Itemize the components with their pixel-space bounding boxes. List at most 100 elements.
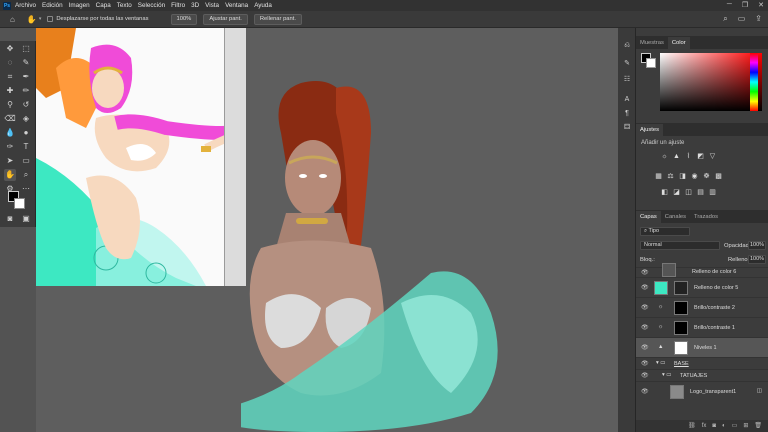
share-icon[interactable]: ⇪ [755, 14, 762, 24]
threshold-icon[interactable]: ◫ [684, 188, 693, 197]
dodge-tool-icon[interactable]: ● [20, 127, 32, 139]
visibility-icon[interactable]: 👁 [641, 324, 649, 331]
brush-tool-icon[interactable]: ✏ [20, 85, 32, 97]
menu-ayuda[interactable]: Ayuda [254, 2, 272, 9]
group-icon[interactable]: ▭ [732, 420, 738, 432]
hand-tool-icon[interactable]: ✋ [27, 15, 37, 24]
tab-capas[interactable]: Capas [636, 211, 661, 223]
adjustment-icon[interactable]: ◐ [722, 420, 726, 432]
fg-bg-swatches[interactable] [641, 53, 657, 69]
bucket-tool-icon[interactable]: ◈ [20, 113, 32, 125]
new-layer-icon[interactable]: ⊞ [743, 420, 748, 432]
visibility-icon[interactable]: 👁 [641, 304, 649, 311]
move-tool-icon[interactable]: ✥ [4, 43, 16, 55]
posterize-icon[interactable]: ◪ [672, 188, 681, 197]
menu-imagen[interactable]: Imagen [69, 2, 90, 9]
visibility-icon[interactable]: 👁 [641, 372, 649, 379]
zoom-tool-icon[interactable]: ⌕ [20, 169, 32, 181]
menu-3d[interactable]: 3D [191, 2, 199, 9]
quick-select-icon[interactable]: ✎ [20, 57, 32, 69]
type-tool-icon[interactable]: T [20, 141, 32, 153]
brightness-icon[interactable]: ☼ [660, 152, 669, 161]
history-brush-icon[interactable]: ↺ [20, 99, 32, 111]
home-icon[interactable]: ⌂ [10, 15, 15, 24]
layer-group-row[interactable]: 👁 ▾ ▭ BASE [636, 357, 768, 369]
fill-field[interactable]: 100% [748, 255, 766, 264]
black-white-icon[interactable]: ◨ [678, 172, 687, 181]
color-spectrum-picker[interactable] [660, 53, 762, 111]
fx-icon[interactable]: fx [702, 420, 707, 432]
gradient-map-icon[interactable]: ▤ [696, 188, 705, 197]
menu-edicion[interactable]: Edición [42, 2, 63, 9]
levels-icon[interactable]: ▲ [672, 152, 681, 161]
hue-slider[interactable] [750, 53, 758, 111]
tab-trazados[interactable]: Trazados [690, 211, 722, 223]
history-icon[interactable]: ⎌ [621, 40, 633, 52]
background-color-swatch[interactable] [14, 198, 25, 209]
layer-row[interactable]: 👁 ☼ Brillo/contraste 2 [636, 297, 768, 317]
lasso-tool-icon[interactable]: ◌ [4, 57, 16, 69]
photo-filter-icon[interactable]: ◉ [690, 172, 699, 181]
selective-color-icon[interactable]: ▥ [708, 188, 717, 197]
invert-icon[interactable]: ◧ [660, 188, 669, 197]
trash-icon[interactable]: 🗑 [754, 420, 762, 432]
visibility-icon[interactable]: 👁 [641, 344, 649, 351]
hand-tool-icon[interactable]: ✋ [4, 169, 16, 181]
pen-tool-icon[interactable]: ✑ [4, 141, 16, 153]
layer-row-selected[interactable]: 👁 ▲ Niveles 1 [636, 337, 768, 357]
workspace-icon[interactable]: ▭ [738, 14, 746, 24]
tab-canales[interactable]: Canales [661, 211, 690, 223]
menu-texto[interactable]: Texto [117, 2, 132, 9]
chevron-down-icon[interactable]: ▾ [39, 16, 42, 22]
screen-mode-icon[interactable]: ▣ [20, 213, 32, 225]
paragraph-icon[interactable]: ¶ [621, 108, 633, 120]
scroll-all-checkbox[interactable] [47, 16, 54, 22]
exposure-icon[interactable]: ◩ [696, 152, 705, 161]
properties-icon[interactable]: ☷ [621, 74, 633, 86]
menu-vista[interactable]: Vista [205, 2, 219, 9]
tab-ajustes[interactable]: Ajustes [636, 124, 664, 136]
color-balance-icon[interactable]: ⚖ [666, 172, 675, 181]
fill-screen-button[interactable]: Rellenar pant. [253, 13, 302, 25]
visibility-icon[interactable]: 👁 [641, 284, 649, 291]
character-icon[interactable]: A [621, 94, 633, 106]
opacity-field[interactable]: 100% [748, 241, 766, 250]
crop-tool-icon[interactable]: ⌗ [4, 71, 16, 83]
close-icon[interactable]: ✕ [758, 1, 764, 9]
visibility-icon[interactable]: 👁 [641, 360, 649, 367]
search-icon[interactable]: ⌕ [723, 14, 727, 24]
layer-row[interactable]: 👁 Relleno de color 6 [636, 263, 768, 277]
menu-ventana[interactable]: Ventana [225, 2, 248, 9]
fit-screen-button[interactable]: Ajustar pant. [203, 13, 248, 25]
curves-icon[interactable]: ⌇ [684, 152, 693, 161]
menu-capa[interactable]: Capa [96, 2, 111, 9]
menu-archivo[interactable]: Archivo [15, 2, 36, 9]
rectangle-tool-icon[interactable]: ▭ [20, 155, 32, 167]
visibility-icon[interactable]: 👁 [641, 269, 649, 276]
document-canvas[interactable] [36, 28, 618, 432]
healing-tool-icon[interactable]: ✚ [4, 85, 16, 97]
eraser-tool-icon[interactable]: ⌫ [4, 113, 16, 125]
zoom-100-button[interactable]: 100% [170, 13, 198, 25]
more-tools-icon[interactable]: ⋯ [20, 183, 32, 195]
layer-filter-dropdown[interactable]: ⌕ Tipo [640, 227, 690, 236]
layer-group-row[interactable]: 👁 ▾ ▭ TATUAJES [636, 369, 768, 381]
link-icon[interactable]: ⛓ [688, 420, 696, 432]
blur-tool-icon[interactable]: 💧 [4, 127, 16, 139]
eyedropper-tool-icon[interactable]: ✒ [20, 71, 32, 83]
menu-seleccion[interactable]: Selección [138, 2, 165, 9]
layer-row[interactable]: 👁 ☼ Brillo/contraste 1 [636, 317, 768, 337]
vibrance-icon[interactable]: ▽ [708, 152, 717, 161]
quick-mask-icon[interactable]: ◙ [4, 213, 16, 225]
marquee-tool-icon[interactable]: ⬚ [20, 43, 32, 55]
path-select-icon[interactable]: ➤ [4, 155, 16, 167]
visibility-icon[interactable]: 👁 [641, 388, 649, 395]
brush-settings-icon[interactable]: ✎ [621, 58, 633, 70]
restore-icon[interactable]: ❐ [742, 1, 748, 9]
menu-filtro[interactable]: Filtro [171, 2, 185, 9]
libraries-icon[interactable]: ⚃ [621, 122, 633, 134]
color-lookup-icon[interactable]: ▩ [714, 172, 723, 181]
minimize-icon[interactable]: ─ [727, 1, 732, 9]
blend-mode-dropdown[interactable]: Normal [640, 241, 720, 250]
background-swatch[interactable] [646, 58, 656, 68]
